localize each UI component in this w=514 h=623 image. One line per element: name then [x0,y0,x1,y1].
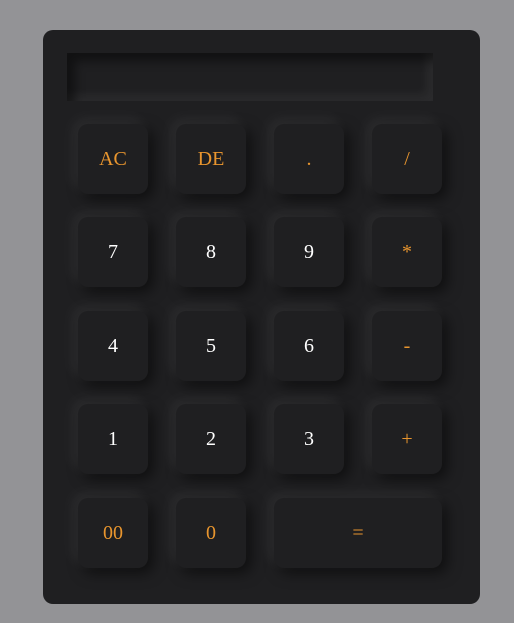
digit-8-button[interactable]: 8 [176,217,246,287]
delete-button[interactable]: DE [176,124,246,194]
calculator: AC DE . / 7 8 9 * 4 5 6 - 1 2 3 + 00 0 = [43,30,480,604]
add-button[interactable]: + [372,404,442,474]
digit-4-button[interactable]: 4 [78,311,148,381]
digit-3-button[interactable]: 3 [274,404,344,474]
divide-button[interactable]: / [372,124,442,194]
double-zero-button[interactable]: 00 [78,498,148,568]
subtract-button[interactable]: - [372,311,442,381]
equals-button[interactable]: = [274,498,442,568]
digit-2-button[interactable]: 2 [176,404,246,474]
all-clear-button[interactable]: AC [78,124,148,194]
multiply-button[interactable]: * [372,217,442,287]
calculator-display [67,53,433,101]
digit-7-button[interactable]: 7 [78,217,148,287]
digit-9-button[interactable]: 9 [274,217,344,287]
digit-0-button[interactable]: 0 [176,498,246,568]
decimal-point-button[interactable]: . [274,124,344,194]
digit-1-button[interactable]: 1 [78,404,148,474]
digit-5-button[interactable]: 5 [176,311,246,381]
digit-6-button[interactable]: 6 [274,311,344,381]
